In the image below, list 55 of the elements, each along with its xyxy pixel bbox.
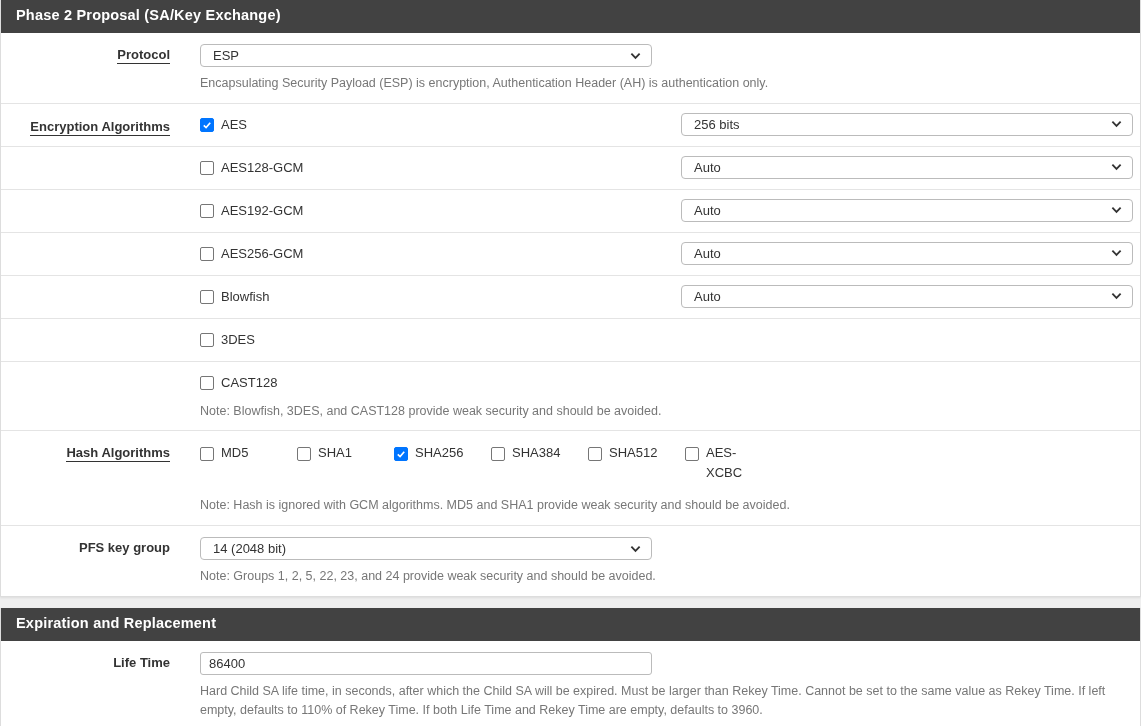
text-field[interactable]: 86400 [200, 652, 652, 675]
chevron-down-icon [630, 51, 641, 60]
checkbox-label: AES192-GCM [221, 202, 304, 218]
help-text: Note: Hash is ignored with GCM algorithms. MD5 and SHA1 provide weak security and should be avoided. [200, 497, 791, 514]
checkbox[interactable] [394, 447, 408, 461]
checkbox-label: CAST128 [221, 374, 278, 390]
checkbox[interactable] [200, 333, 214, 347]
checkmark-icon [201, 119, 213, 131]
dropdown[interactable]: 256 bits [681, 112, 1133, 136]
dropdown[interactable]: Auto [681, 241, 1133, 265]
checkbox[interactable] [200, 376, 214, 390]
help-text: Note: Groups 1, 2, 5, 22, 23, and 24 provide weak security and should be avoided. [200, 568, 657, 585]
help-text: Encapsulating Security Payload (ESP) is encryption, Authentication Header (AH) is authentication only. [200, 75, 770, 92]
chevron-down-icon [1111, 206, 1122, 214]
checkbox[interactable] [200, 247, 214, 261]
help-text: Hard Child SA life time, in seconds, after which the Child SA will be expired. Must be larger than Rekey Time. Cannot be set to the same value as Rekey Time. If left empty, defaults to 110% of Rekey Time. If both Life Time and Rekey Time are empty, defaults to 3960. [200, 683, 1107, 719]
dropdown[interactable]: Auto [681, 198, 1133, 222]
chevron-down-icon [1111, 163, 1122, 171]
checkbox[interactable] [200, 161, 214, 175]
help-text: Note: Blowfish, 3DES, and CAST128 provide weak security and should be avoided. [200, 403, 663, 420]
checkbox-label: AES [221, 116, 247, 132]
field-label: Hash Algorithms [66, 445, 170, 462]
dropdown[interactable]: Auto [681, 284, 1133, 308]
chevron-down-icon [1111, 249, 1122, 257]
dropdown[interactable]: ESP [200, 44, 652, 67]
checkbox[interactable] [200, 290, 214, 304]
checkbox[interactable] [200, 204, 214, 218]
checkbox[interactable] [200, 118, 214, 132]
chevron-down-icon [630, 544, 641, 553]
checkbox-label: SHA384 [512, 444, 561, 462]
chevron-down-icon [1111, 292, 1122, 300]
checkbox[interactable] [491, 447, 505, 461]
field-label: Protocol [117, 47, 170, 64]
section-header: Expiration and Replacement [1, 608, 1140, 641]
checkmark-icon [395, 448, 407, 460]
checkbox-label: AES256-GCM [221, 245, 304, 261]
checkbox-label: SHA512 [609, 444, 658, 462]
section-header: Phase 2 Proposal (SA/Key Exchange) [1, 0, 1140, 33]
checkbox[interactable] [588, 447, 602, 461]
checkbox-label: 3DES [221, 331, 255, 347]
checkbox-label: AES-XCBC [706, 444, 744, 482]
field-label: Life Time [113, 655, 170, 670]
checkbox[interactable] [297, 447, 311, 461]
checkbox-label: AES128-GCM [221, 159, 304, 175]
field-label: Encryption Algorithms [30, 119, 170, 136]
field-label: PFS key group [78, 540, 170, 555]
checkbox-label: SHA256 [415, 444, 464, 462]
checkbox-label: Blowfish [221, 288, 270, 304]
checkbox[interactable] [685, 447, 699, 461]
checkbox[interactable] [200, 447, 214, 461]
dropdown[interactable]: 14 (2048 bit) [200, 537, 652, 560]
checkbox-label: SHA1 [318, 444, 352, 462]
checkbox-label: MD5 [221, 444, 249, 462]
dropdown[interactable]: Auto [681, 155, 1133, 179]
chevron-down-icon [1111, 120, 1122, 128]
